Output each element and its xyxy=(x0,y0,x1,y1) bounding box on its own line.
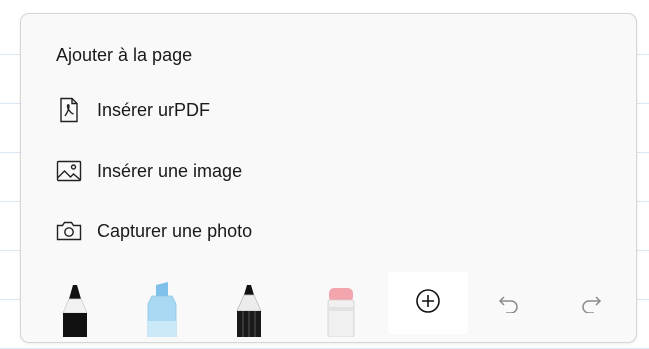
highlighter-tool[interactable] xyxy=(122,280,202,342)
pencil-tool-icon xyxy=(231,283,267,342)
eraser-tool-icon xyxy=(323,287,359,342)
camera-icon xyxy=(55,217,83,245)
eraser-tool[interactable] xyxy=(301,280,381,342)
redo-button[interactable] xyxy=(571,288,611,324)
image-icon xyxy=(55,157,83,185)
pen-tool-icon xyxy=(57,283,93,342)
pencil-tool[interactable] xyxy=(209,280,289,342)
panel-title: Ajouter à la page xyxy=(56,45,193,65)
pdf-icon xyxy=(55,96,83,124)
pen-tool[interactable] xyxy=(35,280,115,342)
undo-button[interactable] xyxy=(489,288,529,324)
redo-icon xyxy=(580,295,602,318)
insert-pdf-label: Insérer urPDF xyxy=(97,99,211,120)
insert-image-item[interactable]: Insérer une image xyxy=(55,155,355,187)
capture-photo-item[interactable]: Capturer une photo xyxy=(55,215,355,247)
drawing-toolbar xyxy=(21,272,636,342)
add-to-page-panel: Ajouter à la page Insérer urPDF Insérer … xyxy=(20,13,637,343)
undo-icon xyxy=(498,295,520,318)
insert-image-label: Insérer une image xyxy=(97,160,243,181)
add-circle-icon xyxy=(415,288,441,319)
add-button[interactable] xyxy=(388,272,468,334)
capture-photo-label: Capturer une photo xyxy=(97,220,253,241)
highlighter-tool-icon xyxy=(142,281,182,342)
insert-pdf-item[interactable]: Insérer urPDF xyxy=(55,94,355,126)
